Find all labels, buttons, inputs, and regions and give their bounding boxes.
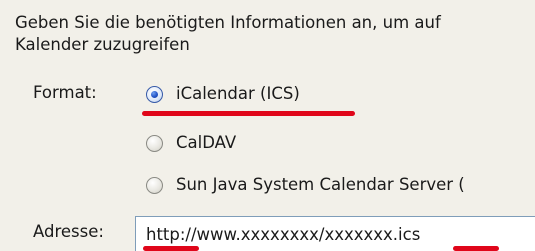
radio-unselected-icon[interactable] — [146, 176, 163, 194]
format-option-sun-java[interactable]: Sun Java System Calendar Server ( — [146, 173, 465, 197]
address-input-value[interactable]: http://www.xxxxxxxx/xxxxxxx.ics — [146, 224, 420, 246]
format-label: Format: — [33, 83, 97, 102]
red-underline-annotation-protocol — [143, 246, 199, 251]
format-option-icalendar[interactable]: iCalendar (ICS) — [146, 82, 300, 106]
format-option-caldav[interactable]: CalDAV — [146, 131, 236, 155]
address-label: Adresse: — [33, 222, 104, 241]
radio-selected-icon[interactable] — [146, 85, 163, 103]
red-underline-annotation-format — [142, 111, 355, 116]
calendar-location-dialog: Geben Sie die benötigten Informationen a… — [0, 0, 535, 251]
intro-text: Geben Sie die benötigten Informationen a… — [15, 12, 535, 56]
format-option-icalendar-label: iCalendar (ICS) — [176, 84, 300, 103]
intro-line-2: Kalender zuzugreifen — [15, 35, 190, 54]
radio-unselected-icon[interactable] — [146, 134, 163, 152]
red-underline-annotation-extension — [453, 246, 499, 251]
format-option-caldav-label: CalDAV — [176, 133, 237, 152]
format-option-sun-java-label: Sun Java System Calendar Server ( — [176, 175, 465, 194]
intro-line-1: Geben Sie die benötigten Informationen a… — [15, 13, 441, 32]
